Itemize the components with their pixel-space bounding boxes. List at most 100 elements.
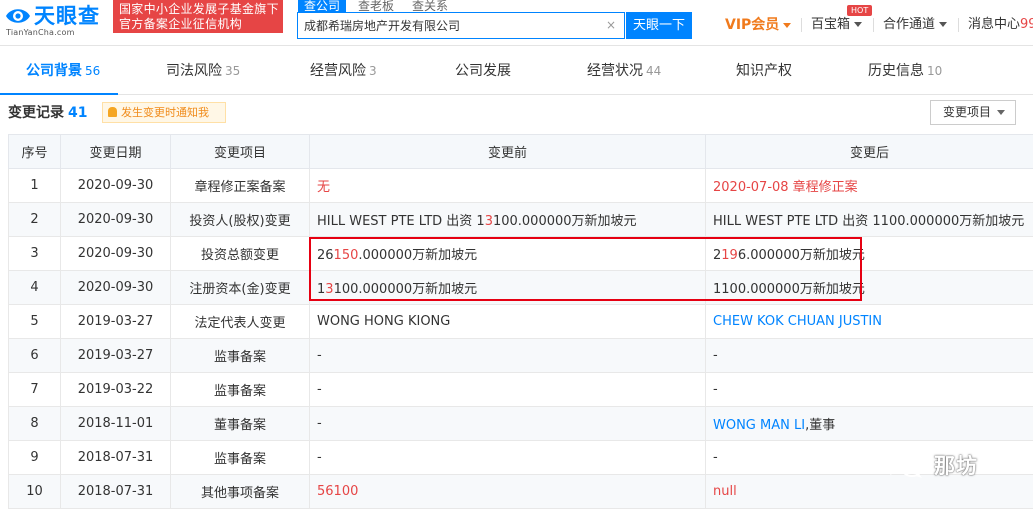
- cell-date: 2019-03-22: [60, 372, 171, 407]
- cell-item: 监事备案: [170, 440, 310, 475]
- cell-item: 法定代表人变更: [170, 304, 310, 339]
- tab-legal-risk[interactable]: 司法风险 35: [166, 47, 240, 95]
- cell-date: 2019-03-27: [60, 304, 171, 339]
- tab-company-development[interactable]: 公司发展: [455, 47, 511, 95]
- cell-text: 无: [317, 180, 331, 195]
- search-input[interactable]: [298, 13, 598, 38]
- vip-label: VIP会员: [725, 17, 780, 33]
- cell-no: 5: [8, 304, 61, 339]
- cell-text: WONG HONG KIONG: [317, 314, 451, 329]
- chevron-down-icon: [854, 22, 863, 27]
- cell-item: 投资总额变更: [170, 236, 310, 271]
- table-row: 1 2020-09-30 章程修正案备案无 2020-07-08 章程修正案: [8, 168, 1033, 203]
- cell-text: -: [317, 450, 322, 465]
- tab-label: 知识产权: [736, 63, 792, 79]
- col-header-date: 变更日期: [60, 134, 171, 169]
- tianyancha-logo[interactable]: 天眼查 TianYanCha.com: [4, 3, 108, 39]
- cell-before: 56100: [309, 474, 706, 509]
- clear-icon[interactable]: ×: [606, 18, 616, 32]
- cell-after: -: [705, 338, 1033, 373]
- tab-operating-status[interactable]: 经营状况 44: [587, 47, 661, 95]
- cell-text: -: [317, 382, 322, 397]
- cell-before: -: [309, 406, 706, 441]
- cell-after: null: [705, 474, 1033, 509]
- table-row: 6 2019-03-27 监事备案 - -: [8, 338, 1033, 373]
- promo-banner[interactable]: 国家中小企业发展子基金旗下 官方备案企业征信机构: [113, 0, 283, 33]
- cell-date: 2020-09-30: [60, 202, 171, 237]
- cell-text: -: [713, 348, 718, 363]
- tab-count: 44: [646, 64, 662, 78]
- search-tab-boss[interactable]: 查老板: [352, 0, 400, 12]
- cell-text: HILL WEST PTE LTD 出资 1: [317, 214, 485, 229]
- cell-item: 投资人(股权)变更: [170, 202, 310, 237]
- search-mode-tabs: 查公司 查老板 查关系: [298, 0, 460, 12]
- change-item-filter-select[interactable]: 变更项目: [930, 100, 1016, 125]
- tab-business-risk[interactable]: 经营风险 3: [310, 47, 377, 95]
- cooperation-menu[interactable]: 合作通道: [883, 0, 948, 46]
- cell-before: 26150.000000万新加坡元: [309, 236, 706, 271]
- treasure-label: 百宝箱: [811, 17, 851, 32]
- tab-count: 10: [927, 64, 943, 78]
- tab-label: 公司背景: [26, 63, 82, 79]
- tab-count: 35: [225, 64, 241, 78]
- banner-line-2: 官方备案企业征信机构: [119, 17, 243, 31]
- table-row: 4 2020-09-30 注册资本(金)变更 13100.000000万新加坡元 110…: [8, 270, 1033, 305]
- cell-date: 2020-09-30: [60, 270, 171, 305]
- cell-item: 其他事项备案: [170, 474, 310, 509]
- active-tab-indicator: [0, 93, 118, 95]
- chevron-down-icon: [939, 22, 948, 27]
- cell-text: 56100: [317, 484, 359, 499]
- search-tab-relation[interactable]: 查关系: [406, 0, 454, 12]
- message-center-link[interactable]: 消息中心99: [968, 0, 1033, 46]
- message-count: 99: [1020, 17, 1033, 32]
- tab-count: 3: [369, 64, 377, 78]
- search-tab-company[interactable]: 查公司: [298, 0, 347, 12]
- cell-item: 章程修正案备案: [170, 168, 310, 203]
- cell-text: -: [317, 348, 322, 363]
- cell-item: 监事备案: [170, 372, 310, 407]
- cell-before: 13100.000000万新加坡元: [309, 270, 706, 305]
- table-row: 7 2019-03-22 监事备案 - -: [8, 372, 1033, 407]
- cell-after: 1100.000000万新加坡元: [705, 270, 1033, 305]
- cell-before: WONG HONG KIONG: [309, 304, 706, 339]
- filter-label: 变更项目: [943, 105, 992, 119]
- table-row: 3 2020-09-30 投资总额变更 26150.000000万新加坡元 2196.0…: [8, 236, 1033, 271]
- cell-before: -: [309, 338, 706, 373]
- cell-no: 6: [8, 338, 61, 373]
- notify-on-change-button[interactable]: 发生变更时通知我: [102, 102, 226, 123]
- table-row: 2 2020-09-30 投资人(股权)变更 HILL WEST PTE LTD 出资…: [8, 202, 1033, 237]
- tab-label: 公司发展: [455, 63, 511, 79]
- person-link[interactable]: CHEW KOK CHUAN JUSTIN: [713, 314, 882, 329]
- cell-no: 8: [8, 406, 61, 441]
- cell-date: 2020-09-30: [60, 236, 171, 271]
- nav-divider: [801, 18, 802, 32]
- cell-date: 2018-11-01: [60, 406, 171, 441]
- cell-after: 2020-07-08 章程修正案: [705, 168, 1033, 203]
- logo-text: 天眼查: [34, 4, 100, 28]
- table-row: 8 2018-11-01 董事备案 - WONG MAN LI,董事: [8, 406, 1033, 441]
- table-header-row: 序号 变更日期 变更项目 变更前 变更后: [8, 134, 1033, 169]
- col-header-after: 变更后: [705, 134, 1033, 169]
- person-link[interactable]: WONG MAN LI: [713, 418, 805, 433]
- tab-history-info[interactable]: 历史信息 10: [868, 47, 942, 95]
- cell-item: 监事备案: [170, 338, 310, 373]
- cell-no: 9: [8, 440, 61, 475]
- cell-text: -: [317, 416, 322, 431]
- cell-item: 董事备案: [170, 406, 310, 441]
- eye-logo-icon: [6, 9, 30, 23]
- table-row: 5 2019-03-27 法定代表人变更 WONG HONG KIONG CHEW KO…: [8, 304, 1033, 339]
- tab-company-background[interactable]: 公司背景 56: [26, 47, 100, 95]
- cell-no: 10: [8, 474, 61, 509]
- notify-label: 发生变更时通知我: [121, 106, 209, 119]
- search-button[interactable]: 天眼一下: [626, 12, 692, 39]
- cell-text: 3: [325, 282, 334, 297]
- section-title: 变更记录 41: [8, 103, 87, 123]
- records-count: 41: [68, 105, 88, 121]
- vip-member-menu[interactable]: VIP会员: [725, 0, 792, 46]
- cell-item: 注册资本(金)变更: [170, 270, 310, 305]
- cell-text: 3: [484, 214, 493, 229]
- tab-intellectual-property[interactable]: 知识产权: [736, 47, 792, 95]
- tab-count: 56: [85, 64, 101, 78]
- nav-divider: [958, 18, 959, 32]
- cell-no: 3: [8, 236, 61, 271]
